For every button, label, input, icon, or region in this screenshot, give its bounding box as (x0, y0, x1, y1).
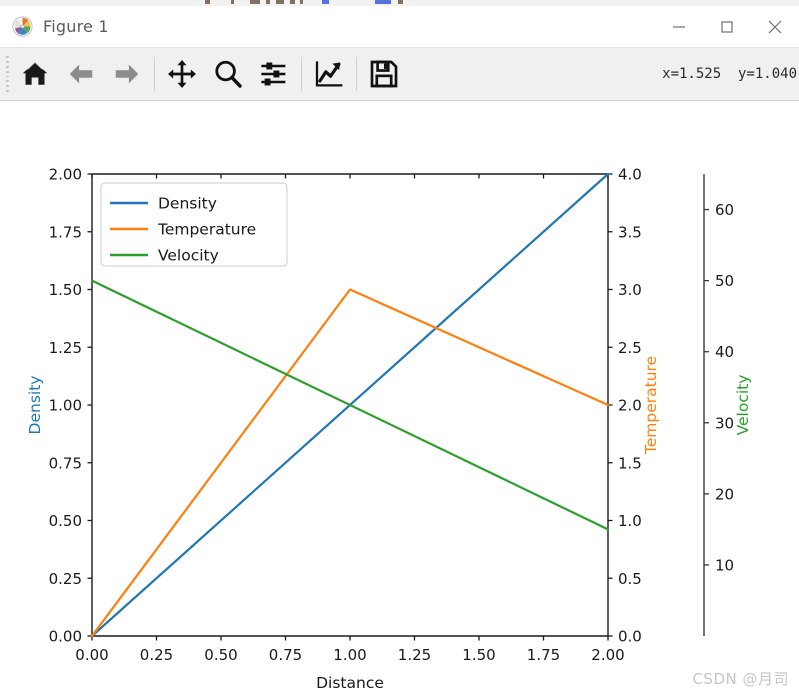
y-tick-label-velocity: 50 (715, 272, 734, 290)
floppy-disk-icon (370, 60, 398, 88)
y-tick-label-temperature: 0.0 (618, 628, 642, 646)
toolbar-separator-2 (301, 57, 302, 91)
figure-canvas[interactable]: 0.00 0.25 0.50 0.75 1.00 1.25 1.50 1.75 2.00 Den… (0, 101, 799, 699)
x-tick-label: 1.75 (527, 646, 560, 664)
maximize-icon (721, 20, 733, 33)
y-tick-label-velocity: 10 (715, 556, 734, 574)
coordinate-readout: x=1.525 y=1.040 (662, 66, 797, 82)
magnifier-icon (215, 60, 242, 88)
toolbar-drag-handle[interactable] (2, 56, 12, 92)
close-icon (768, 20, 782, 33)
axis-label-velocity: Velocity (734, 375, 752, 436)
y-tick-label-velocity: 30 (715, 414, 734, 432)
back-button[interactable] (58, 51, 104, 97)
legend-label-velocity: Velocity (158, 247, 219, 265)
legend-label-density: Density (158, 195, 217, 213)
axis-label-distance: Distance (316, 674, 384, 692)
axis-label-density: Density (26, 376, 44, 435)
x-tick-label: 2.00 (591, 646, 624, 664)
toolbar-separator (154, 57, 155, 91)
series-line-temperature (90, 288, 610, 638)
watermark: CSDN @月司 (692, 670, 789, 688)
legend-label-temperature: Temperature (157, 221, 256, 239)
home-button[interactable] (12, 51, 58, 97)
matplotlib-logo-icon (12, 16, 33, 37)
y-tick-label-temperature: 1.5 (618, 454, 642, 472)
series-line-velocity (90, 279, 610, 531)
x-tick-label: 1.00 (333, 646, 366, 664)
y-tick-label-temperature: 0.5 (618, 570, 642, 588)
pan-button[interactable] (159, 51, 205, 97)
axis-velocity: 10 20 30 40 50 60 Velocity (703, 174, 752, 636)
window-title: Figure 1 (43, 17, 109, 36)
y-tick-label-temperature: 2.5 (618, 339, 642, 357)
title-bar: Figure 1 (0, 6, 799, 48)
x-tick-label: 0.00 (75, 646, 108, 664)
minimize-icon (673, 25, 685, 28)
toolbar-separator-3 (356, 57, 357, 91)
y-tick-label-density: 1.25 (49, 339, 82, 357)
y-tick-label-density: 0.25 (49, 570, 82, 588)
close-button[interactable] (751, 6, 799, 47)
navigation-toolbar: x=1.525 y=1.040 (0, 48, 799, 101)
y-tick-label-velocity: 40 (715, 343, 734, 361)
x-tick-label: 0.75 (269, 646, 302, 664)
minimize-button[interactable] (655, 6, 703, 47)
chart-line-icon (315, 61, 343, 87)
y-tick-label-temperature: 2.0 (618, 397, 642, 415)
arrow-left-icon (69, 64, 93, 84)
x-tick-label: 0.50 (204, 646, 237, 664)
y-tick-label-density: 1.00 (49, 397, 82, 415)
y-tick-label-velocity: 60 (715, 201, 734, 219)
axis-density: 0.00 0.25 0.50 0.75 1.00 1.25 1.50 1.75 2.00 Den… (26, 166, 93, 646)
save-button[interactable] (361, 51, 407, 97)
configure-subplots-button[interactable] (251, 51, 297, 97)
x-tick-label: 1.25 (398, 646, 431, 664)
axis-label-temperature: Temperature (642, 356, 660, 455)
window-controls (655, 6, 799, 47)
y-tick-label-density: 2.00 (49, 166, 82, 184)
x-tick-label: 1.50 (462, 646, 495, 664)
x-tick-label: 0.25 (140, 646, 173, 664)
edit-axis-button[interactable] (306, 51, 352, 97)
move-cross-icon (168, 60, 196, 88)
plot-area: 0.00 0.25 0.50 0.75 1.00 1.25 1.50 1.75 2.00 Den… (26, 166, 752, 693)
y-tick-label-temperature: 3.0 (618, 281, 642, 299)
axis-temperature: 0.0 0.5 1.0 1.5 2.0 2.5 3.0 3.5 4.0 Temperature (607, 166, 660, 646)
home-icon (22, 62, 48, 85)
y-tick-label-velocity: 20 (715, 485, 734, 503)
y-tick-label-density: 0.00 (49, 628, 82, 646)
y-tick-label-temperature: 1.0 (618, 512, 642, 530)
y-tick-label-temperature: 3.5 (618, 223, 642, 241)
zoom-button[interactable] (205, 51, 251, 97)
y-tick-label-density: 1.75 (49, 223, 82, 241)
forward-button[interactable] (104, 51, 150, 97)
y-tick-label-density: 1.50 (49, 281, 82, 299)
y-tick-label-density: 0.75 (49, 454, 82, 472)
maximize-button[interactable] (703, 6, 751, 47)
y-tick-label-temperature: 4.0 (618, 166, 642, 184)
y-tick-label-density: 0.50 (49, 512, 82, 530)
figure-window: Figure 1 x=1.525 y=1.040 0.00 0.25 0.50 … (0, 6, 799, 699)
arrow-right-icon (115, 64, 139, 84)
legend[interactable]: Density Temperature Velocity (100, 182, 288, 267)
sliders-icon (261, 62, 286, 86)
